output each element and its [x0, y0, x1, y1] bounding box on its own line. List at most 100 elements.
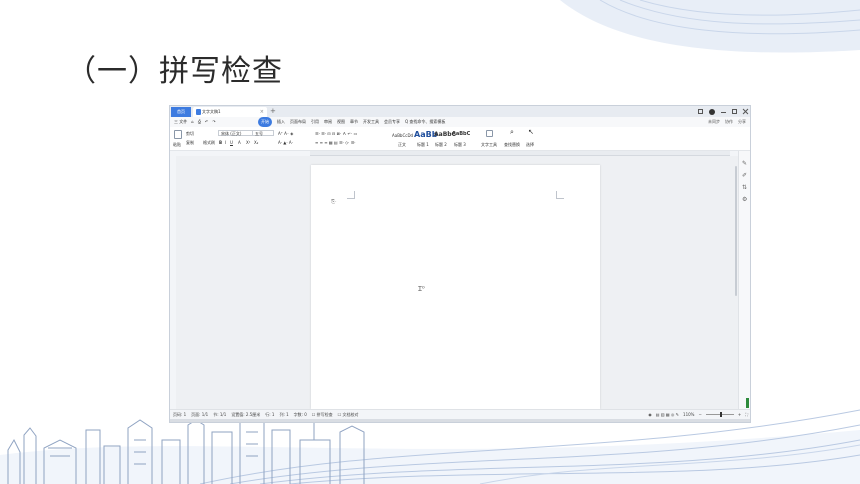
tab-member[interactable]: 会员专享 — [384, 117, 400, 127]
menu-bar: 三 文件 ⌂ ⎙ ↶ ↷ 开始 插入 页面布局 引用 审阅 视图 章节 开发工具… — [170, 117, 750, 127]
print-icon[interactable]: ⎙ — [198, 117, 201, 127]
zoom-in-button[interactable]: + — [738, 410, 741, 419]
zoom-slider-knob[interactable] — [719, 412, 722, 417]
avatar[interactable] — [709, 108, 715, 115]
cut-button[interactable]: 剪切 — [186, 131, 194, 137]
layout-icon[interactable] — [698, 109, 703, 114]
tab-view[interactable]: 视图 — [337, 117, 345, 127]
style-h2-label: 标题 2 — [435, 142, 447, 147]
italic-button[interactable]: I — [225, 140, 226, 146]
fullscreen-icon[interactable]: ⛶ — [745, 410, 748, 419]
style-h3-label: 标题 3 — [454, 142, 466, 147]
right-sidebar: ✎ ✐ ⇅ ⚙ — [738, 151, 750, 409]
collaborate-button[interactable]: 协作 — [725, 117, 733, 127]
paste-label[interactable]: 粘贴 — [173, 142, 181, 148]
ribbon-home: 粘贴 剪切 复制 格式刷 宋体 (正文) 五号 B I U A X² X₂ A⁺… — [170, 127, 750, 151]
status-items: 页码: 1 页面: 1/1 节: 1/1 设置值: 2.5厘米 行: 1 列: … — [173, 410, 359, 419]
side-indicator — [746, 398, 749, 408]
grow-font-button[interactable]: A⁺ A⁻ ◈ — [278, 131, 293, 137]
maximize-icon[interactable] — [732, 109, 737, 114]
margin-corner-top-left — [347, 191, 355, 199]
eye-icon[interactable]: ◉ — [648, 410, 652, 419]
paragraph-mark-icon: ⎘· — [331, 199, 337, 205]
status-page-number[interactable]: 页码: 1 — [173, 410, 186, 419]
document-page[interactable]: ⎘· Ɪ⁰ — [311, 165, 600, 409]
title-bar: 首页 文字文稿1 × + — [170, 106, 750, 117]
status-pages[interactable]: 页面: 1/1 — [191, 410, 208, 419]
find-replace-button[interactable]: 查找替换 — [504, 142, 520, 148]
subscript-button[interactable]: X₂ — [254, 140, 258, 146]
redo-icon[interactable]: ↷ — [212, 117, 215, 127]
tab-page-layout[interactable]: 页面布局 — [290, 117, 306, 127]
window-controls — [698, 106, 748, 117]
bold-button[interactable]: B — [219, 140, 222, 146]
brush-icon[interactable]: ✐ — [742, 173, 748, 179]
tab-review[interactable]: 审阅 — [324, 117, 332, 127]
tab-references[interactable]: 引用 — [311, 117, 319, 127]
document-icon — [196, 109, 201, 115]
sync-status[interactable]: 未同步 — [708, 117, 720, 127]
superscript-button[interactable]: X² — [246, 140, 250, 146]
tab-insert[interactable]: 插入 — [277, 117, 285, 127]
save-icon[interactable]: ⌂ — [191, 117, 194, 127]
status-section[interactable]: 节: 1/1 — [213, 410, 226, 419]
tab-section[interactable]: 章节 — [350, 117, 358, 127]
close-icon[interactable] — [743, 109, 748, 114]
close-tab-icon[interactable]: × — [260, 107, 264, 117]
zoom-level[interactable]: 110% — [683, 410, 694, 419]
style-normal-label: 正文 — [398, 142, 406, 147]
search-command[interactable]: Q 查找命令、搜索模板 — [405, 117, 445, 127]
document-tab-label: 文字文稿1 — [202, 109, 221, 114]
zoom-slider[interactable] — [705, 412, 734, 417]
document-tab[interactable]: 文字文稿1 × — [193, 107, 267, 117]
spell-check-toggle[interactable]: ☐ 拼写检查 — [312, 410, 333, 419]
sliders-icon[interactable]: ⇅ — [742, 185, 748, 191]
cursor-select-icon[interactable]: ↖ — [528, 129, 534, 136]
minimize-icon[interactable] — [721, 110, 726, 113]
style-h3-sample[interactable]: AaBbC — [452, 131, 470, 137]
status-line[interactable]: 行: 1 — [265, 410, 274, 419]
proofread-toggle[interactable]: ☐ 文档校对 — [338, 410, 359, 419]
text-cursor-icon: Ɪ⁰ — [418, 285, 425, 293]
font-color-button[interactable]: A — [238, 140, 241, 146]
select-button[interactable]: 选择 — [526, 142, 534, 148]
style-h1-label: 标题 1 — [417, 142, 429, 147]
copy-button[interactable]: 复制 — [186, 140, 194, 146]
status-column[interactable]: 列: 1 — [279, 410, 288, 419]
view-mode-icons[interactable]: ▤ ▥ ▦ ◎ ✎ — [656, 410, 679, 419]
text-tools-icon[interactable] — [486, 130, 493, 137]
file-menu[interactable]: 三 文件 — [174, 117, 187, 127]
scrollbar-thumb[interactable] — [735, 166, 737, 296]
quick-access-toolbar: 三 文件 ⌂ ⎙ ↶ ↷ — [174, 117, 216, 127]
search-icon[interactable]: ⌕ — [510, 129, 514, 136]
margin-corner-top-right — [556, 191, 564, 199]
slide: （一）拼写检查 首页 文字文稿1 × + 三 文件 ⌂ ⎙ ↶ ↷ 开始 插入 … — [0, 0, 860, 484]
style-normal-sample[interactable]: AaBbCcDd — [392, 133, 413, 139]
document-canvas[interactable]: ⎘· Ɪ⁰ — [176, 156, 734, 409]
align-buttons[interactable]: ≡ ≡ ≡ ▦ ▤ ☰· ◇· ☰· — [315, 140, 356, 146]
tab-developer[interactable]: 开发工具 — [363, 117, 379, 127]
format-painter-button[interactable]: 格式刷 — [203, 140, 215, 146]
settings-icon[interactable]: ⚙ — [742, 197, 748, 203]
status-word-count[interactable]: 字数: 0 — [294, 410, 307, 419]
undo-icon[interactable]: ↶ — [205, 117, 208, 127]
window-bottom-edge — [170, 419, 750, 422]
pen-icon[interactable]: ✎ — [742, 161, 748, 167]
new-tab-button[interactable]: + — [270, 106, 276, 116]
underline-button[interactable]: U — [230, 140, 233, 146]
wps-window: 首页 文字文稿1 × + 三 文件 ⌂ ⎙ ↶ ↷ 开始 插入 页面布局 引用 … — [169, 105, 751, 423]
slide-title: （一）拼写检查 — [66, 54, 283, 89]
share-button[interactable]: 分享 — [738, 117, 746, 127]
menu-right-actions: 未同步 协作 分享 — [708, 117, 746, 127]
status-bar: 页码: 1 页面: 1/1 节: 1/1 设置值: 2.5厘米 行: 1 列: … — [170, 409, 750, 419]
paste-icon[interactable] — [174, 130, 182, 139]
status-position[interactable]: 设置值: 2.5厘米 — [231, 410, 260, 419]
font-size-select[interactable]: 五号 — [252, 130, 274, 136]
home-tab[interactable]: 首页 — [171, 107, 191, 117]
ribbon-tabs: 开始 插入 页面布局 引用 审阅 视图 章节 开发工具 会员专享 Q 查找命令、… — [258, 117, 445, 127]
tab-home[interactable]: 开始 — [258, 117, 272, 127]
text-tools-button[interactable]: 文字工具 — [481, 142, 497, 148]
list-buttons[interactable]: ☰· ☰· ⊟ ⊟ ⊠· Ａ ↵· ▭ — [315, 131, 357, 137]
zoom-out-button[interactable]: − — [698, 410, 701, 419]
highlight-button[interactable]: A· ▲· A· — [278, 140, 293, 146]
